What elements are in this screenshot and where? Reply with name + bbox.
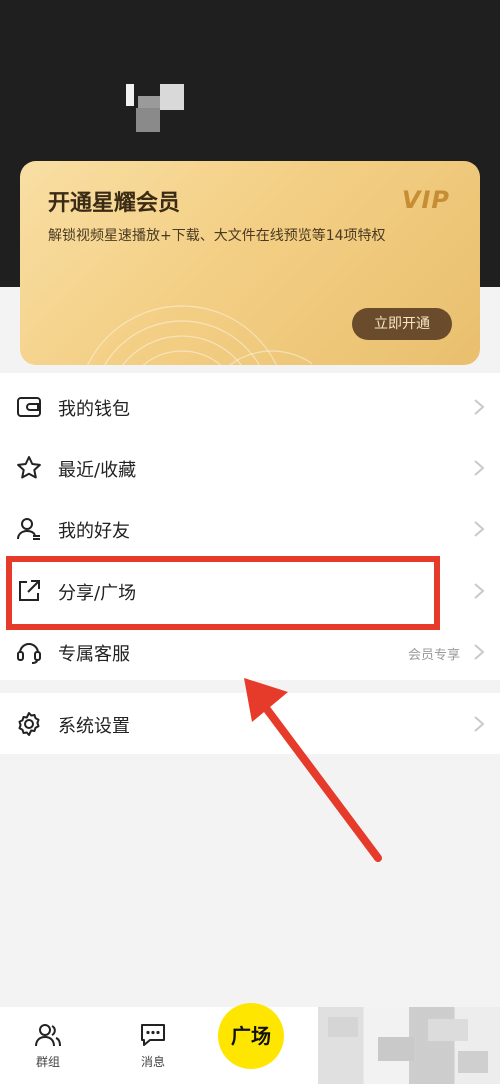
gear-icon bbox=[18, 712, 40, 736]
vip-card[interactable]: 开通星耀会员 VIP 解锁视频星速播放+下载、大文件在线预览等14项特权 立即开… bbox=[20, 161, 480, 365]
friends-icon bbox=[17, 518, 40, 540]
menu-item-label: 专属客服 bbox=[58, 644, 130, 665]
avatar-pixel bbox=[138, 96, 160, 108]
message-icon bbox=[141, 1024, 165, 1046]
tab-label: 消息 bbox=[140, 1055, 165, 1069]
member-only-badge: 会员专享 bbox=[407, 648, 460, 663]
vip-description: 解锁视频星速播放+下载、大文件在线预览等14项特权 bbox=[48, 228, 386, 244]
annotation-arrow bbox=[244, 678, 382, 862]
avatar-pixel bbox=[126, 84, 134, 106]
menu-item-label: 系统设置 bbox=[58, 716, 130, 737]
chevron-right-icon bbox=[474, 521, 485, 537]
avatar-pixel bbox=[136, 108, 160, 132]
chevron-right-icon bbox=[474, 399, 485, 415]
chevron-right-icon bbox=[474, 644, 485, 660]
headset-icon bbox=[17, 643, 41, 664]
vip-logo: VIP bbox=[401, 186, 450, 214]
menu-list: 我的钱包 最近/收藏 我的好友 分享/广场 专属客服 会员专享 bbox=[0, 373, 500, 680]
mosaic-block bbox=[378, 1037, 414, 1061]
vip-decoration bbox=[86, 305, 312, 365]
mosaic-block bbox=[428, 1019, 468, 1041]
menu-item-label: 我的钱包 bbox=[58, 399, 130, 420]
avatar-pixel bbox=[160, 84, 184, 110]
tab-messages[interactable]: 消息 bbox=[123, 1021, 183, 1070]
chevron-right-icon bbox=[474, 583, 485, 599]
avatar[interactable] bbox=[126, 84, 186, 134]
vip-title: 开通星耀会员 bbox=[48, 191, 181, 216]
menu-item-recent[interactable]: 最近/收藏 bbox=[0, 437, 500, 498]
chevron-right-icon bbox=[474, 716, 485, 732]
watermark-mosaic bbox=[318, 1007, 500, 1084]
star-icon bbox=[17, 456, 41, 479]
menu-item-label: 我的好友 bbox=[58, 521, 130, 542]
profile-page: 开通星耀会员 VIP 解锁视频星速播放+下载、大文件在线预览等14项特权 立即开… bbox=[0, 0, 500, 1084]
vip-open-button[interactable]: 立即开通 bbox=[352, 308, 452, 340]
menu-item-label: 最近/收藏 bbox=[58, 460, 137, 481]
wallet-icon bbox=[17, 397, 41, 417]
menu-item-wallet[interactable]: 我的钱包 bbox=[0, 376, 500, 437]
menu-item-friends[interactable]: 我的好友 bbox=[0, 498, 500, 559]
tab-label: 群组 bbox=[35, 1055, 60, 1069]
highlight-annotation bbox=[6, 556, 440, 630]
chevron-right-icon bbox=[474, 460, 485, 476]
tab-plaza-button[interactable]: 广场 bbox=[218, 1003, 284, 1069]
group-icon bbox=[35, 1024, 61, 1047]
mosaic-block bbox=[328, 1017, 358, 1037]
mosaic-block bbox=[458, 1051, 488, 1073]
tab-group[interactable]: 群组 bbox=[18, 1021, 78, 1070]
